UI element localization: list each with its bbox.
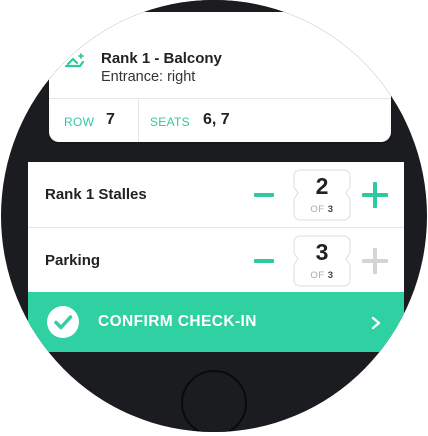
quantity-list: Rank 1 Stalles 2 OF 3 Parking 3 OF 3 [28, 162, 404, 292]
counter-max: OF 3 [310, 204, 334, 215]
confirm-check-in-button[interactable]: CONFIRM CHECK-IN [28, 292, 404, 352]
row-label: ROW [64, 115, 95, 129]
quantity-counter: 2 OF 3 [293, 169, 351, 221]
list-item: Parking 3 OF 3 [28, 228, 404, 293]
decrement-button[interactable] [254, 259, 274, 263]
increment-button[interactable] [362, 182, 388, 208]
screenshot-stage: Rank 1 - Balcony Entrance: right ROW 7 S… [0, 0, 428, 436]
list-item: Rank 1 Stalles 2 OF 3 [28, 162, 404, 228]
decrement-button[interactable] [254, 193, 274, 197]
counter-value: 2 [315, 173, 329, 199]
ticket-entrance: Entrance: right [101, 69, 196, 85]
ticket-header: Rank 1 - Balcony Entrance: right [49, 12, 391, 98]
item-label: Rank 1 Stalles [45, 186, 147, 203]
item-label: Parking [45, 252, 101, 269]
ticket-title: Rank 1 - Balcony [101, 50, 222, 67]
confirm-label: CONFIRM CHECK-IN [98, 313, 257, 330]
ticket-column-divider [138, 99, 139, 142]
row-value: 7 [106, 111, 115, 128]
counter-max: OF 3 [310, 270, 334, 281]
increment-button-disabled [362, 248, 388, 274]
chevron-right-icon [371, 316, 381, 330]
seat-icon [64, 53, 85, 68]
quantity-counter: 3 OF 3 [293, 235, 351, 287]
check-circle-icon [47, 306, 79, 338]
seats-value: 6, 7 [203, 111, 230, 128]
ticket-card: Rank 1 - Balcony Entrance: right ROW 7 S… [49, 12, 391, 142]
counter-value: 3 [315, 239, 329, 265]
home-button[interactable] [181, 370, 247, 432]
phone-viewport: Rank 1 - Balcony Entrance: right ROW 7 S… [1, 0, 427, 432]
ticket-divider [49, 98, 391, 99]
seats-label: SEATS [150, 115, 190, 129]
